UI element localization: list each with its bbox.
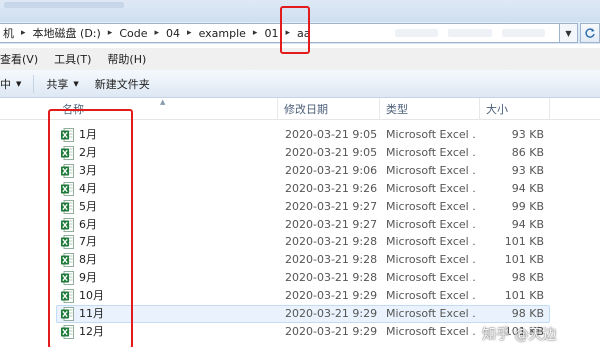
address-history-dropdown[interactable]: ▼: [560, 23, 578, 43]
chevron-down-icon: ▼: [73, 79, 79, 88]
breadcrumb-separator-icon[interactable]: ▸: [249, 28, 262, 38]
file-modified-date: 2020-03-21 9:05: [285, 128, 378, 141]
breadcrumb-computer[interactable]: 机: [0, 25, 17, 41]
file-type: Microsoft Excel ...: [386, 199, 476, 213]
chevron-down-icon: ▼: [565, 28, 572, 38]
file-size: 94 KB: [511, 181, 544, 195]
file-size: 98 KB: [511, 271, 544, 285]
file-modified-date: 2020-03-21 9:06: [285, 163, 378, 177]
file-modified-date: 2020-03-21 9:28: [285, 271, 378, 285]
file-type: Microsoft Excel ...: [386, 324, 476, 338]
toolbar-divider: [33, 74, 35, 93]
menu-help[interactable]: 帮助(H): [99, 51, 154, 67]
file-modified-date: 2020-03-21 9:29: [285, 289, 378, 303]
new-folder-button[interactable]: 新建文件夹: [87, 73, 158, 95]
column-header-size[interactable]: 大小: [480, 98, 550, 120]
column-header-type[interactable]: 类型: [380, 98, 480, 120]
breadcrumb-code[interactable]: Code: [116, 27, 150, 40]
toolbar-include-label: 中: [0, 77, 11, 91]
file-type: Microsoft Excel ...: [386, 253, 476, 267]
share-label: 共享: [46, 77, 69, 91]
share-button[interactable]: 共享 ▼: [38, 73, 86, 95]
column-header-size-label: 大小: [486, 103, 508, 116]
file-modified-date: 2020-03-21 9:27: [285, 199, 378, 213]
file-size: 101 KB: [504, 235, 544, 249]
column-header-modified[interactable]: 修改日期: [278, 98, 380, 120]
breadcrumb-04[interactable]: 04: [163, 27, 183, 40]
bottom-strip: [0, 347, 600, 359]
breadcrumb-01[interactable]: 01: [261, 27, 281, 40]
file-size: 94 KB: [511, 217, 544, 231]
breadcrumb-separator-icon[interactable]: ▸: [104, 28, 117, 38]
menu-tools[interactable]: 工具(T): [46, 51, 99, 67]
new-folder-label: 新建文件夹: [94, 77, 150, 91]
file-modified-date: 2020-03-21 9:28: [285, 253, 378, 267]
breadcrumb-separator-icon[interactable]: ▸: [151, 28, 164, 38]
breadcrumb-separator-icon[interactable]: ▸: [183, 28, 196, 38]
file-modified-date: 2020-03-21 9:29: [285, 307, 378, 320]
file-size: 99 KB: [511, 199, 544, 213]
watermark: 知乎 @天边: [482, 327, 557, 343]
file-type: Microsoft Excel ...: [386, 163, 476, 177]
file-size: 93 KB: [511, 128, 544, 141]
refresh-icon: [585, 28, 595, 38]
toolbar-include-button[interactable]: 中 ▼: [0, 73, 29, 95]
file-size: 93 KB: [511, 163, 544, 177]
menu-view[interactable]: 查看(V): [0, 51, 46, 67]
breadcrumb-example[interactable]: example: [196, 27, 249, 40]
breadcrumb-drive-d[interactable]: 本地磁盘 (D:): [30, 25, 104, 41]
annotation-box-address: [280, 6, 310, 54]
file-type: Microsoft Excel ...: [386, 235, 476, 249]
file-type: Microsoft Excel ...: [386, 181, 476, 195]
file-type: Microsoft Excel ...: [386, 128, 476, 141]
window-title-blurred: [4, 2, 124, 8]
column-header-modified-label: 修改日期: [284, 103, 328, 116]
annotation-box-filenames: [48, 109, 133, 349]
file-type: Microsoft Excel ...: [386, 145, 476, 159]
file-modified-date: 2020-03-21 9:28: [285, 235, 378, 249]
file-type: Microsoft Excel ...: [386, 217, 476, 231]
file-type: Microsoft Excel ...: [386, 307, 476, 320]
file-size: 98 KB: [511, 307, 544, 320]
column-header-type-label: 类型: [386, 103, 408, 116]
refresh-button[interactable]: [580, 23, 600, 43]
file-modified-date: 2020-03-21 9:29: [285, 324, 378, 338]
file-modified-date: 2020-03-21 9:26: [285, 181, 378, 195]
file-type: Microsoft Excel ...: [386, 289, 476, 303]
file-modified-date: 2020-03-21 9:27: [285, 217, 378, 231]
chevron-down-icon: ▼: [16, 79, 22, 88]
address-bar-faded-text: [395, 29, 545, 39]
file-modified-date: 2020-03-21 9:05: [285, 145, 378, 159]
breadcrumb-separator-icon[interactable]: ▸: [17, 28, 30, 38]
file-size: 101 KB: [504, 289, 544, 303]
file-size: 86 KB: [511, 145, 544, 159]
file-size: 101 KB: [504, 253, 544, 267]
command-toolbar: 中 ▼ 共享 ▼ 新建文件夹: [0, 70, 600, 98]
file-type: Microsoft Excel ...: [386, 271, 476, 285]
